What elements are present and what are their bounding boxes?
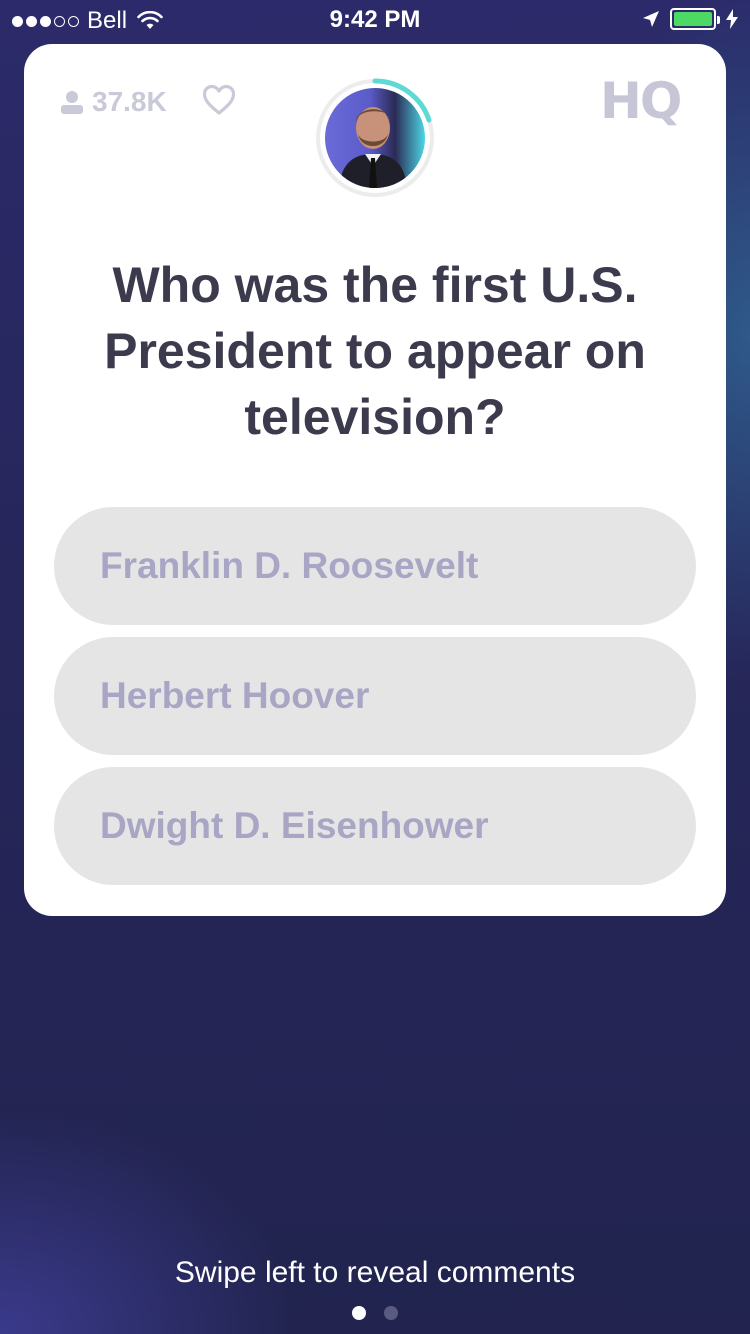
page-indicator[interactable] (0, 1306, 750, 1320)
viewer-count-value: 37.8K (92, 86, 167, 117)
hq-logo: HQ (600, 74, 682, 126)
person-icon (61, 91, 83, 114)
answer-option-2[interactable]: Herbert Hoover (54, 637, 696, 755)
answer-option-label: Herbert Hoover (100, 675, 370, 716)
question-text: Who was the first U.S. President to appe… (104, 257, 646, 445)
heart-icon[interactable] (202, 84, 236, 116)
status-time: 9:42 PM (329, 6, 421, 33)
page-dot-2[interactable] (384, 1306, 398, 1320)
page-dot-1[interactable] (352, 1306, 366, 1320)
answer-option-3[interactable]: Dwight D. Eisenhower (54, 767, 696, 885)
host-portrait-icon (339, 107, 407, 188)
host-avatar (325, 88, 425, 188)
charging-bolt-icon (726, 9, 738, 29)
swipe-hint: Swipe left to reveal comments (174, 1256, 576, 1289)
hq-logo-text: HQ (600, 74, 680, 126)
status-right (642, 8, 738, 30)
location-arrow-icon (643, 11, 659, 27)
trivia-card: 37.8K HQ Who was the first U.S. Presiden… (24, 44, 726, 916)
answer-option-label: Dwight D. Eisenhower (100, 805, 489, 846)
status-bar: Bell 9:42 PM (0, 0, 750, 40)
battery-icon (670, 8, 720, 30)
answer-option-1[interactable]: Franklin D. Roosevelt (54, 507, 696, 625)
host-avatar-timer (315, 78, 435, 198)
viewer-count: 37.8K (60, 86, 167, 118)
answer-option-label: Franklin D. Roosevelt (100, 545, 479, 586)
